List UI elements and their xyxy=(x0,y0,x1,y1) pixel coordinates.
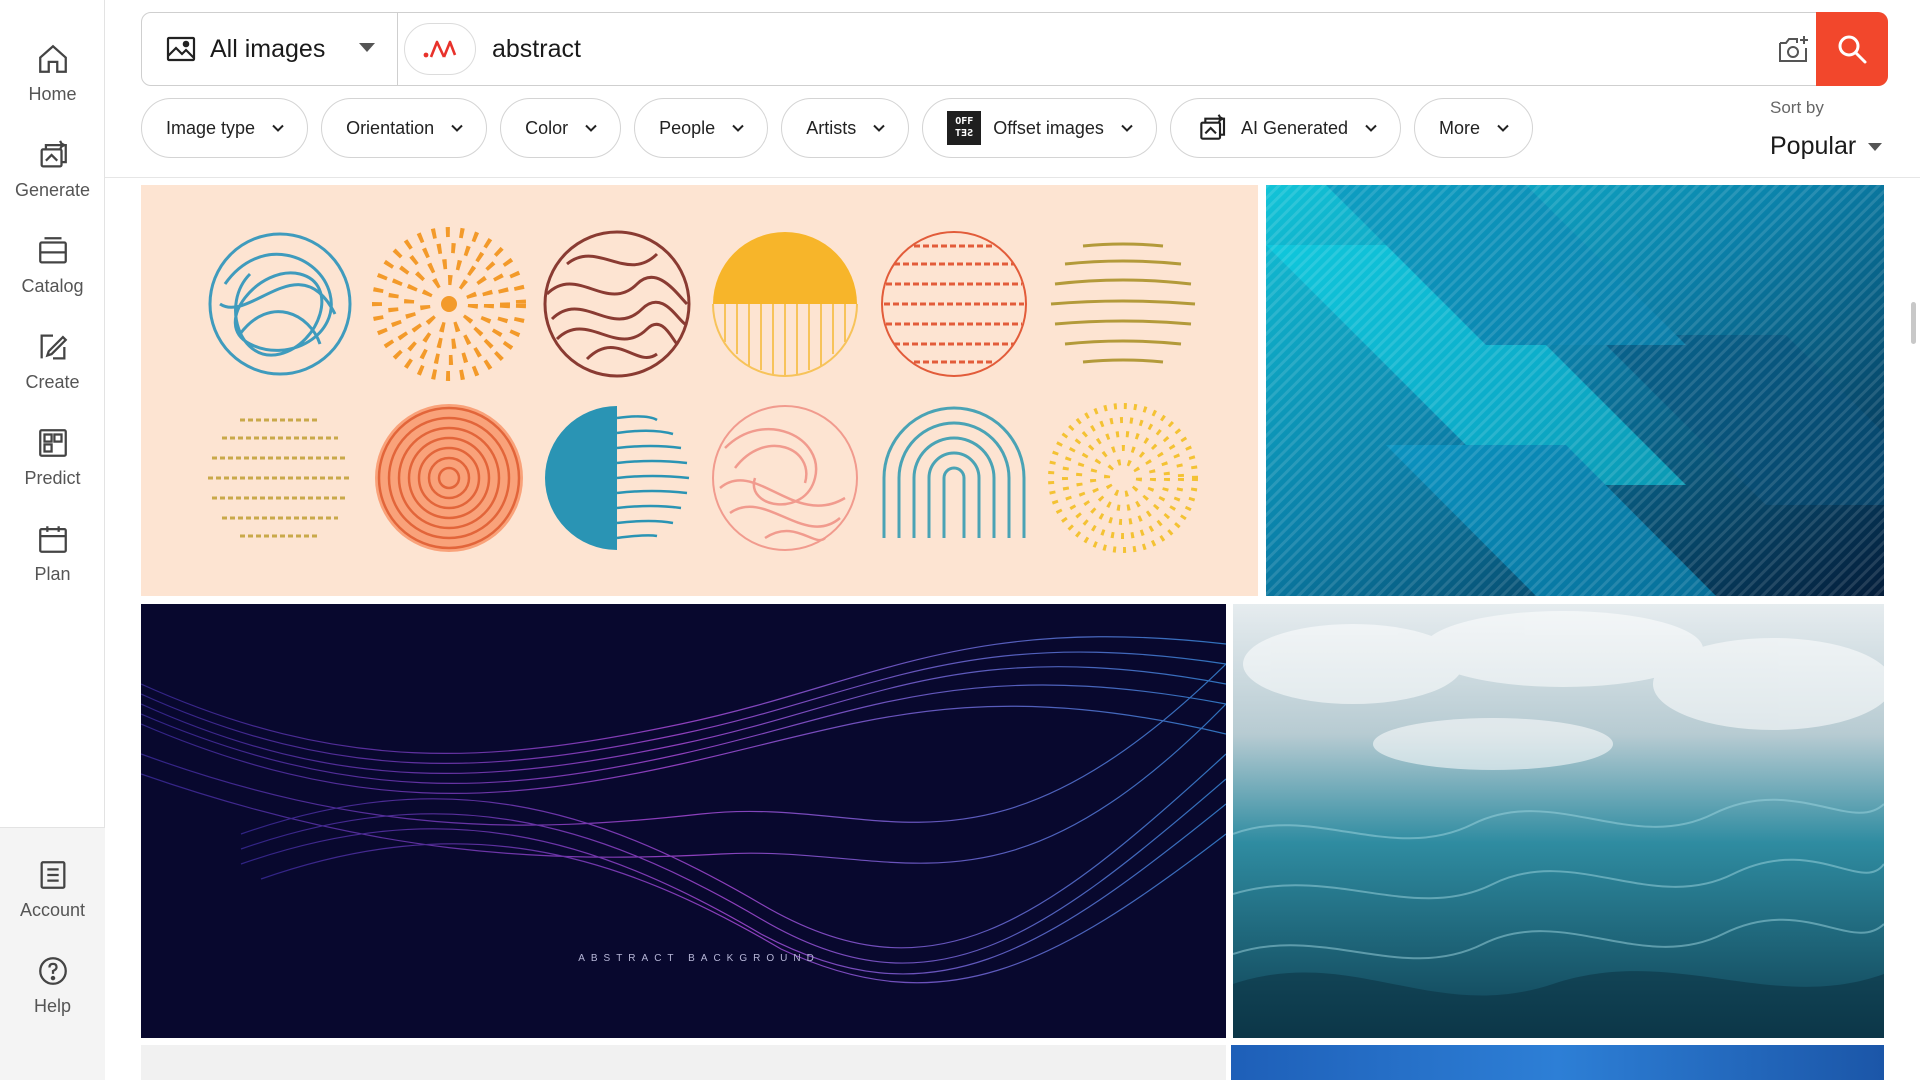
image-result[interactable]: ABSTRACT BACKGROUND xyxy=(141,604,1226,1038)
image-caption: ABSTRACT BACKGROUND xyxy=(578,953,820,964)
hand-drawn-circle-textures xyxy=(141,185,1258,596)
sidebar-item-label: Predict xyxy=(24,468,81,488)
sort-dropdown[interactable]: Popular xyxy=(1770,132,1904,161)
scrollbar-thumb[interactable] xyxy=(1911,302,1916,344)
sidebar-item-help[interactable]: Help xyxy=(0,932,105,1028)
sidebar-main-nav: Home Generate Catalog Create Predict Pla… xyxy=(0,20,105,596)
image-result[interactable] xyxy=(141,185,1258,596)
sidebar-item-account[interactable]: Account xyxy=(0,836,105,932)
image-result[interactable] xyxy=(141,1045,1226,1080)
image-type-value: All images xyxy=(210,34,326,63)
image-icon xyxy=(166,36,196,62)
generate-icon xyxy=(40,140,67,168)
sidebar-item-label: Home xyxy=(28,84,77,104)
chevron-down-icon xyxy=(585,124,597,132)
sidebar-item-label: Generate xyxy=(14,180,91,200)
chevron-down-icon xyxy=(451,124,463,132)
chevron-down-icon xyxy=(1497,124,1509,132)
filter-label: Color xyxy=(525,117,569,138)
sort-label: Sort by xyxy=(1770,98,1824,117)
ai-search-icon xyxy=(423,40,457,58)
create-icon xyxy=(40,334,67,360)
predict-icon xyxy=(38,429,67,457)
filter-bar: Image type Orientation Color People Arti… xyxy=(141,98,1534,160)
filter-label: Artists xyxy=(806,117,857,138)
ai-generated-icon xyxy=(1200,114,1226,140)
search-header: All images Image type Orientation Color … xyxy=(105,0,1920,178)
chevron-down-icon xyxy=(1365,124,1377,132)
chevron-down-icon xyxy=(272,124,284,132)
sidebar-item-label: Account xyxy=(19,900,86,920)
sidebar-item-plan[interactable]: Plan xyxy=(0,500,105,596)
camera-search-icon xyxy=(1779,36,1808,62)
filter-label: Offset images xyxy=(993,117,1104,138)
filter-label: More xyxy=(1439,117,1481,138)
purple-wave-lines: ABSTRACT BACKGROUND xyxy=(141,604,1226,1038)
chevron-down-icon xyxy=(359,43,375,52)
sidebar-item-label: Create xyxy=(25,372,80,392)
sidebar-item-create[interactable]: Create xyxy=(0,308,105,404)
sidebar-bottom-nav: Account Help xyxy=(0,827,105,1080)
offset-logo: OFF SET xyxy=(947,111,982,145)
search-input[interactable] xyxy=(492,25,1742,73)
image-results-grid: ABSTRACT BACKGROUND xyxy=(105,178,1920,1080)
chevron-down-icon xyxy=(732,124,744,132)
image-type-dropdown[interactable]: All images xyxy=(142,13,398,85)
sidebar-item-generate[interactable]: Generate xyxy=(0,116,105,212)
search-bar: All images xyxy=(141,12,1888,86)
filter-image-type[interactable]: Image type xyxy=(141,98,309,158)
image-result[interactable] xyxy=(1233,604,1884,1038)
filter-color[interactable]: Color xyxy=(500,98,622,158)
chevron-down-icon xyxy=(873,124,885,132)
image-result[interactable] xyxy=(1231,1045,1884,1080)
filter-label: Orientation xyxy=(346,117,435,138)
account-icon xyxy=(40,861,65,889)
plan-icon xyxy=(38,526,67,553)
image-result[interactable] xyxy=(1266,185,1884,596)
chevron-down-icon xyxy=(1121,124,1133,132)
help-icon xyxy=(38,957,67,985)
sidebar-item-label: Help xyxy=(33,996,72,1016)
caret-down-icon xyxy=(1868,142,1883,151)
search-icon xyxy=(1838,35,1867,64)
sort-value: Popular xyxy=(1770,132,1857,160)
filter-orientation[interactable]: Orientation xyxy=(321,98,488,158)
sidebar: Home Generate Catalog Create Predict Pla… xyxy=(0,0,105,1080)
filter-label: AI Generated xyxy=(1240,117,1349,138)
catalog-icon xyxy=(38,237,67,264)
camera-search-button[interactable] xyxy=(1773,29,1815,69)
ai-search-toggle[interactable] xyxy=(404,23,476,75)
filter-ai-generated[interactable]: AI Generated xyxy=(1169,98,1402,158)
search-button[interactable] xyxy=(1816,12,1888,86)
sidebar-item-predict[interactable]: Predict xyxy=(0,404,105,500)
filter-artists[interactable]: Artists xyxy=(781,98,910,158)
filter-people[interactable]: People xyxy=(634,98,769,158)
ocean-water-texture xyxy=(1233,604,1884,1038)
sidebar-item-catalog[interactable]: Catalog xyxy=(0,212,105,308)
sort-control: Sort by Popular xyxy=(1764,98,1904,161)
sidebar-item-label: Plan xyxy=(34,564,71,584)
circle-yellow-half xyxy=(712,232,858,377)
home-icon xyxy=(38,44,67,73)
filter-offset-images[interactable]: OFF SET Offset images xyxy=(922,98,1157,158)
blue-diagonal-stripes xyxy=(1266,185,1884,596)
filter-more[interactable]: More xyxy=(1414,98,1534,158)
sidebar-item-label: Catalog xyxy=(21,276,84,296)
sidebar-item-home[interactable]: Home xyxy=(0,20,105,116)
filter-label: People xyxy=(659,117,716,138)
circle-orange-rings xyxy=(375,404,523,552)
filter-label: Image type xyxy=(166,117,256,138)
